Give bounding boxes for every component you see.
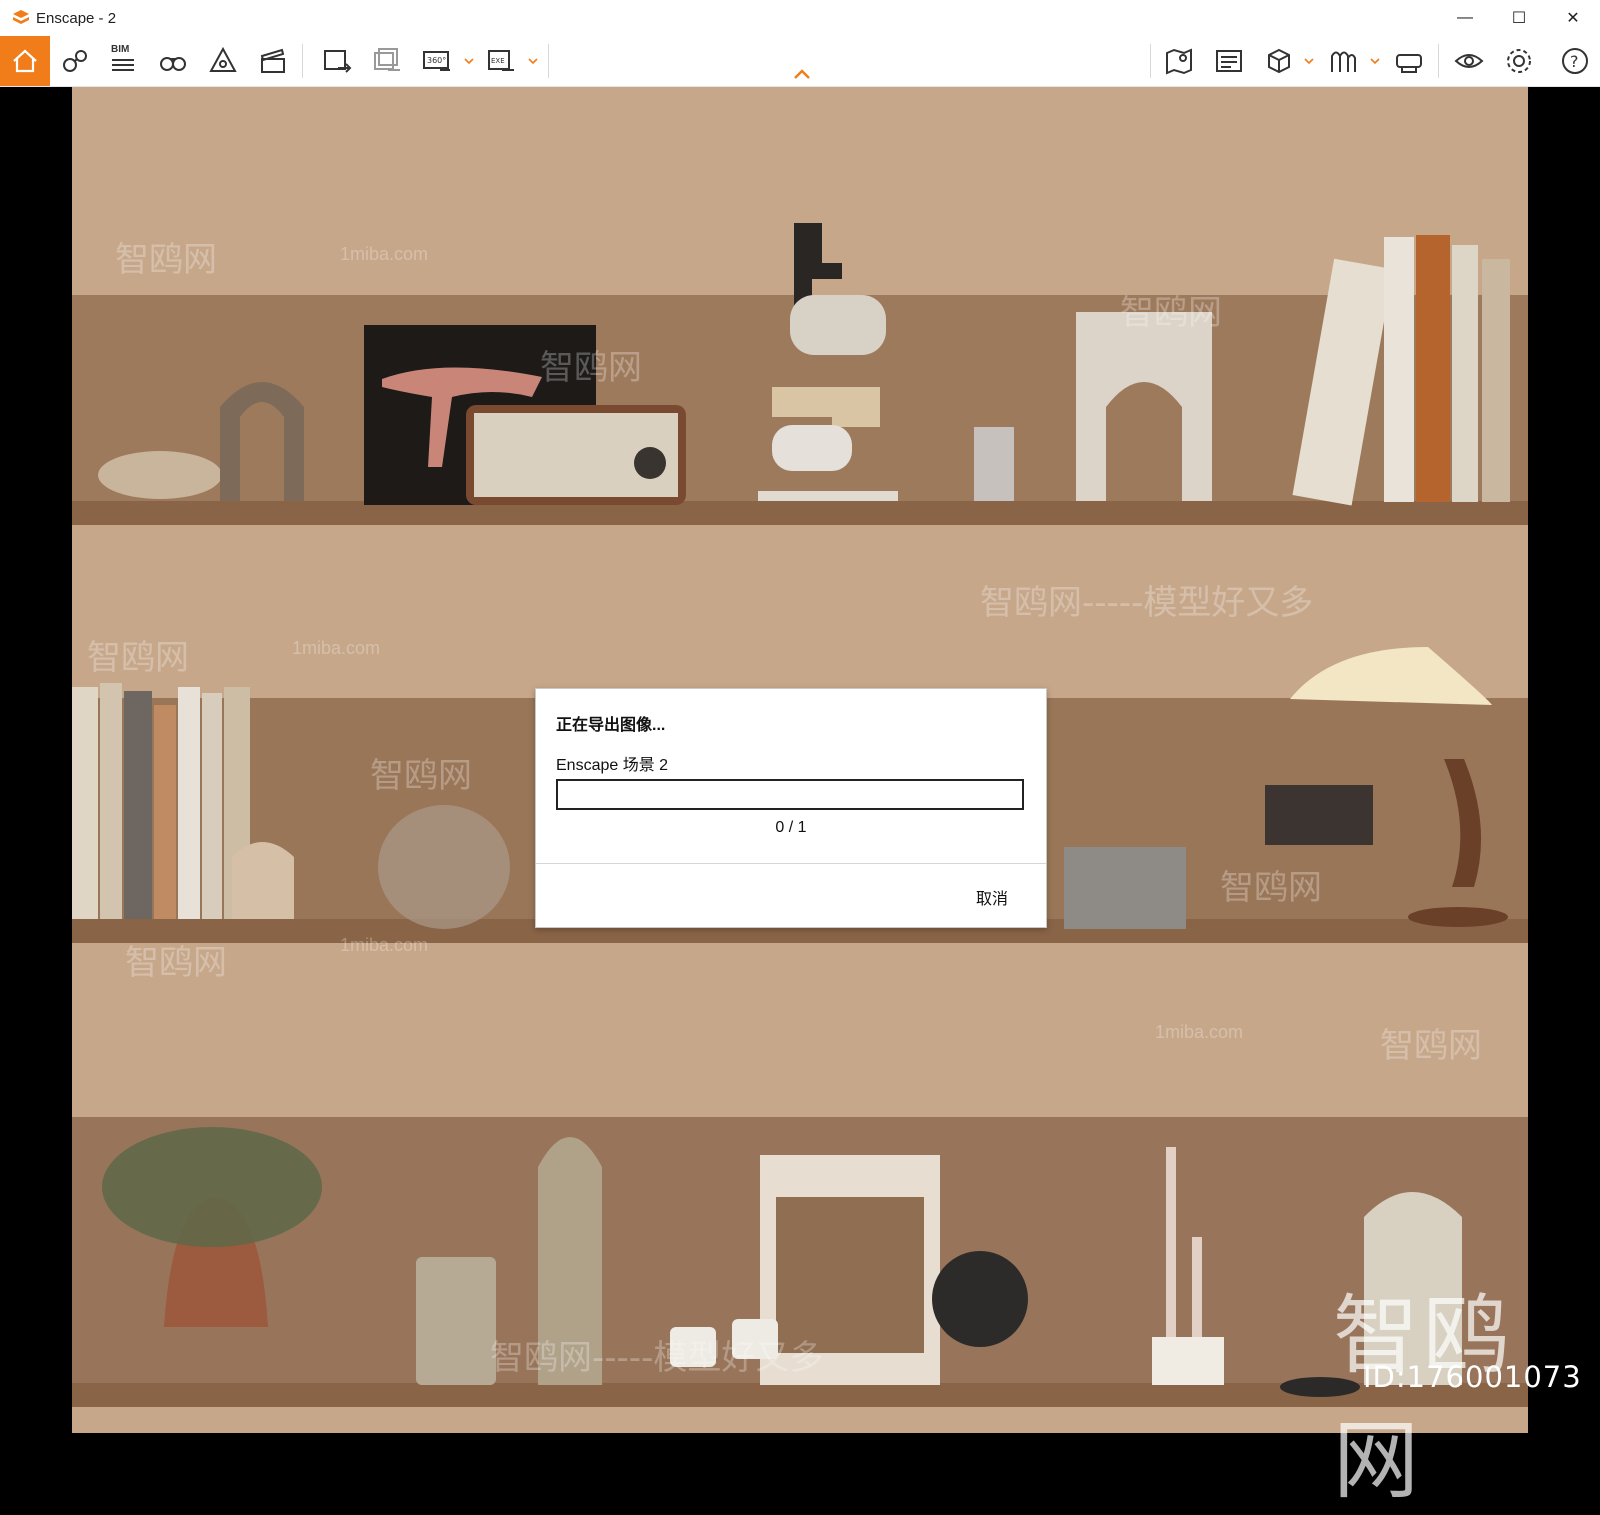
home-button[interactable] <box>0 36 50 86</box>
title-bar: Enscape - 2 — ☐ ✕ <box>0 0 1600 36</box>
watermark-id: ID:176001073 <box>1363 1360 1582 1394</box>
walkthrough-button[interactable] <box>1326 44 1360 78</box>
watermark-text: 智鸥网 <box>1120 293 1222 333</box>
chevron-down-icon[interactable] <box>1304 56 1314 66</box>
video-editor-icon <box>260 48 285 73</box>
views-icon <box>209 46 237 72</box>
chevron-down-icon[interactable] <box>1370 56 1380 66</box>
minimize-button[interactable]: — <box>1438 0 1492 36</box>
collapse-toolbar-chevron-icon[interactable] <box>793 68 811 80</box>
visual-settings-button[interactable] <box>1452 44 1486 78</box>
walkthrough-icon <box>1331 51 1356 72</box>
batch-export-button[interactable] <box>370 44 404 78</box>
svg-text:360°: 360° <box>427 56 446 65</box>
cancel-button[interactable]: 取消 <box>976 885 1008 909</box>
chevron-down-icon[interactable] <box>464 56 474 66</box>
binoculars-icon <box>160 57 186 71</box>
watermark-url: 1miba.com <box>1155 1022 1244 1042</box>
watermark-url: 1miba.com <box>340 244 429 264</box>
enscape-logo-icon <box>13 10 29 24</box>
watermark-text: 智鸥网 <box>540 348 642 388</box>
watermark-text: 智鸥网 <box>370 756 472 796</box>
bim-list-icon <box>112 59 134 71</box>
dialog-divider <box>536 863 1046 864</box>
bim-list-button[interactable] <box>106 44 140 78</box>
maximize-button[interactable]: ☐ <box>1492 0 1546 36</box>
screenshot-export-button[interactable] <box>320 44 354 78</box>
window-title: Enscape - 2 <box>36 9 117 27</box>
vr-headset-icon <box>1396 54 1422 73</box>
help-icon: ? <box>1562 48 1588 74</box>
vr-headset-button[interactable] <box>1392 44 1426 78</box>
svg-text:?: ? <box>1570 52 1579 71</box>
settings-button[interactable] <box>1502 44 1536 78</box>
watermark-slogan: 智鸥网-----模型好又多 <box>980 583 1314 623</box>
asset-library-button[interactable] <box>58 44 92 78</box>
toolbar-separator <box>302 44 303 78</box>
export-count: 0 / 1 <box>775 819 807 836</box>
binoculars-button[interactable] <box>156 44 190 78</box>
watermark-text: 智鸥网 <box>1220 868 1322 908</box>
batch-export-icon <box>374 48 400 71</box>
export-item-name: Enscape 场景 2 <box>556 757 669 774</box>
material-editor-icon <box>1216 50 1242 72</box>
exe-export-button[interactable]: EXE <box>484 44 518 78</box>
toolbar-separator <box>548 44 549 78</box>
help-button[interactable]: ? <box>1558 44 1592 78</box>
watermark-text: 智鸥网 <box>1380 1026 1482 1066</box>
chevron-down-icon[interactable] <box>528 56 538 66</box>
settings-gear-icon <box>1507 49 1531 73</box>
map-icon <box>1166 48 1192 75</box>
watermark-text: 智鸥网 <box>87 638 189 678</box>
cube-view-button[interactable] <box>1262 44 1296 78</box>
toolbar-separator <box>1438 44 1439 78</box>
export-progress-bar <box>556 779 1024 810</box>
export-progress-dialog: 正在导出图像... Enscape 场景 2 0 / 1 取消 <box>535 688 1047 928</box>
home-icon <box>13 49 37 73</box>
watermark-text: 智鸥网 <box>125 943 227 983</box>
close-button[interactable]: ✕ <box>1546 0 1600 36</box>
material-editor-button[interactable] <box>1212 44 1246 78</box>
watermark-url: 1miba.com <box>340 935 429 955</box>
watermark-url: 1miba.com <box>292 638 381 658</box>
toolbar-separator <box>1150 44 1151 78</box>
screenshot-export-icon <box>324 50 352 73</box>
dialog-title: 正在导出图像... <box>556 717 666 734</box>
panorama-360-export-button[interactable]: 360° <box>420 44 454 78</box>
watermark-slogan: 智鸥网-----模型好又多 <box>490 1338 824 1378</box>
map-button[interactable] <box>1162 44 1196 78</box>
panorama-360-export-icon: 360° <box>423 51 450 71</box>
watermark-text: 智鸥网 <box>115 240 217 280</box>
cube-view-icon <box>1268 48 1290 74</box>
asset-library-icon <box>63 50 87 72</box>
exe-export-icon: EXE <box>488 50 514 71</box>
video-editor-button[interactable] <box>256 44 290 78</box>
visual-settings-icon <box>1454 54 1484 68</box>
views-button[interactable] <box>206 44 240 78</box>
svg-text:EXE: EXE <box>491 57 505 65</box>
window-controls: — ☐ ✕ <box>1438 0 1600 36</box>
